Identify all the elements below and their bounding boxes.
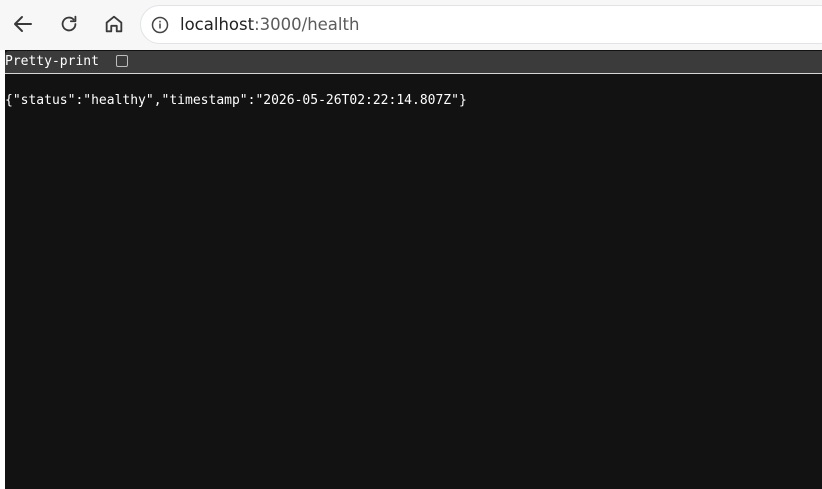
info-icon[interactable]: [151, 16, 169, 34]
browser-toolbar: localhost:3000/health: [0, 0, 822, 50]
url-text[interactable]: localhost:3000/health: [180, 15, 359, 34]
reload-icon: [61, 15, 77, 32]
arrow-left-icon: [14, 16, 32, 32]
home-button[interactable]: [97, 7, 131, 41]
home-icon: [105, 15, 123, 33]
url-host: localhost: [180, 15, 255, 34]
json-viewer: Pretty-print {"status":"healthy","timest…: [0, 50, 822, 489]
pretty-print-label: Pretty-print: [5, 54, 99, 69]
json-body: {"status":"healthy","timestamp":"2026-05…: [5, 93, 467, 108]
reload-button[interactable]: [52, 7, 86, 41]
viewer-edge: [0, 50, 5, 489]
url-port-path: :3000/health: [254, 15, 360, 34]
address-bar[interactable]: localhost:3000/health: [140, 5, 822, 44]
pretty-print-checkbox[interactable]: [116, 55, 128, 67]
back-button[interactable]: [6, 7, 40, 41]
pretty-print-bar: Pretty-print: [5, 51, 822, 74]
